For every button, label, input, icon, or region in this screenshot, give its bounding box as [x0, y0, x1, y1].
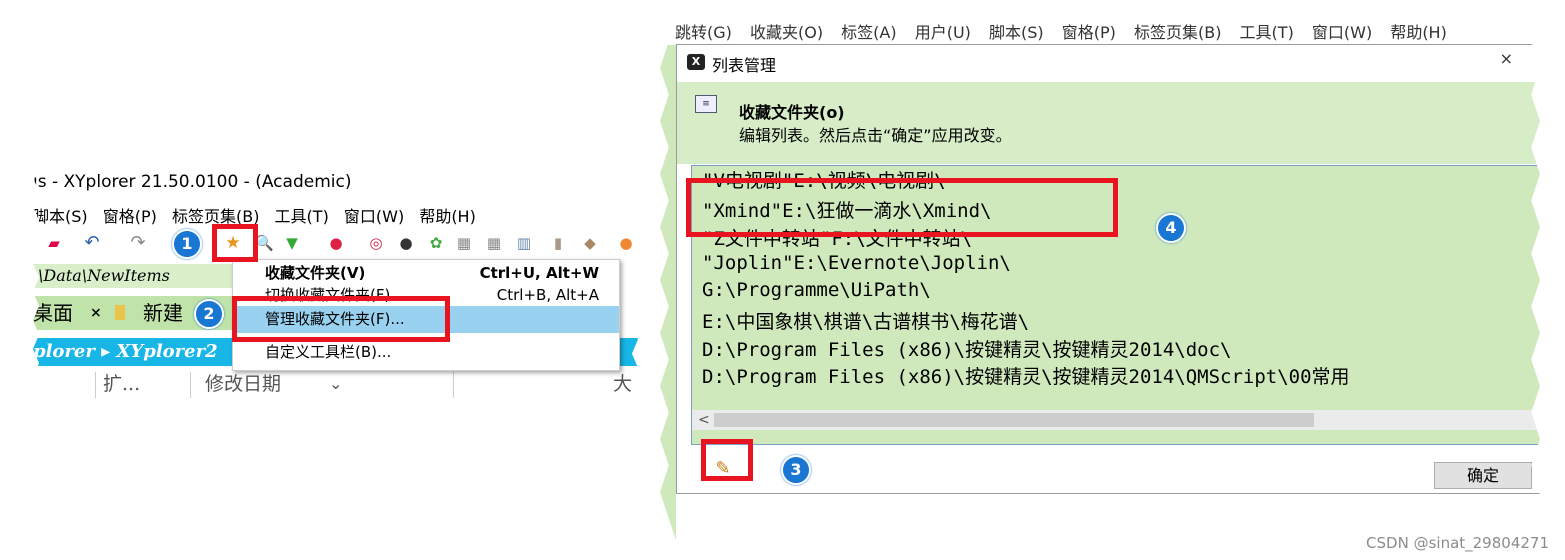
header-title: 收藏文件夹(o): [739, 103, 845, 122]
brush-icon[interactable]: ◆: [581, 234, 599, 252]
background-menubar: 跳转(G) 收藏夹(O) 标签(A) 用户(U) 脚本(S) 窗格(P) 标签页…: [675, 19, 1460, 43]
step-badge-3: 3: [781, 455, 811, 485]
divider: [190, 372, 191, 398]
toolbar: ▰ ↶ ↷ ★ 🔍 ▼ ● ◎ ● ✿ ▦ ▦ ▥ ▮ ◆ ●: [33, 228, 638, 258]
menu-user[interactable]: 用户(U): [915, 23, 971, 42]
col-ext[interactable]: 扩...: [103, 368, 140, 400]
tab-new[interactable]: 新建: [143, 296, 183, 330]
watermark: CSDN @sinat_29804271: [1366, 534, 1549, 552]
tab-desktop[interactable]: 桌面: [33, 296, 73, 330]
menu-window[interactable]: 窗口(W): [1312, 23, 1372, 42]
menu-goto[interactable]: 跳转(G): [675, 23, 732, 42]
column-header: 扩... 修改日期 ⌄ 大: [33, 368, 638, 400]
list-line[interactable]: D:\Program Files (x86)\按键精灵\按键精灵2014\doc…: [702, 335, 1232, 362]
columns-icon[interactable]: ▥: [515, 234, 533, 252]
menubar: 脚本(S) 窗格(P) 标签页集(B) 工具(T) 窗口(W) 帮助(H): [33, 203, 486, 227]
list-line[interactable]: "Joplin"E:\Evernote\Joplin\: [702, 252, 1011, 274]
menu-tags[interactable]: 标签(A): [841, 23, 896, 42]
sort-chevron-icon: ⌄: [329, 374, 343, 393]
list-line[interactable]: D:\Program Files (x86)\按键精灵\按键精灵2014\QMS…: [702, 362, 1350, 389]
tag-icon[interactable]: ▮: [549, 234, 567, 252]
target-icon[interactable]: ◎: [367, 234, 385, 252]
menu-favorites[interactable]: 收藏夹(O): [750, 23, 823, 42]
address-bar[interactable]: \Data\NewItems: [33, 264, 238, 288]
menu-help[interactable]: 帮助(H): [1390, 23, 1447, 42]
ok-button[interactable]: 确定: [1434, 462, 1532, 489]
menu-script[interactable]: 脚本(S): [33, 207, 88, 226]
menu-tools[interactable]: 工具(T): [275, 207, 329, 226]
menu-item-label: 自定义工具栏(B)...: [265, 343, 392, 361]
menu-pane[interactable]: 窗格(P): [103, 207, 157, 226]
col-size[interactable]: 大: [613, 368, 632, 400]
window-title: ıs - XYplorer 21.50.0100 - (Academic): [33, 172, 352, 192]
menu-item-customize-toolbar[interactable]: 自定义工具栏(B)...: [233, 339, 619, 366]
highlight-box-edit-button: [701, 439, 753, 481]
xyplorer-logo-icon: X: [687, 54, 705, 70]
dialog-title: 列表管理: [712, 56, 777, 75]
user-icon[interactable]: ●: [617, 234, 635, 252]
horizontal-scrollbar[interactable]: <: [692, 410, 1540, 430]
menu-tools[interactable]: 工具(T): [1240, 23, 1294, 42]
pane-icon[interactable]: ▦: [455, 234, 473, 252]
menu-tabsets[interactable]: 标签页集(B): [1134, 23, 1221, 42]
divider: [95, 372, 96, 398]
step-badge-4: 4: [1156, 213, 1186, 243]
menu-pane[interactable]: 窗格(P): [1062, 23, 1116, 42]
scroll-left-icon[interactable]: <: [698, 410, 710, 430]
highlight-box-favorites-button: [212, 224, 258, 262]
circle-icon[interactable]: ●: [397, 234, 415, 252]
menu-window[interactable]: 窗口(W): [344, 207, 404, 226]
highlight-box-manage-menu: [232, 296, 450, 342]
tree-icon[interactable]: ✿: [427, 234, 445, 252]
list-icon: ≡: [695, 95, 717, 113]
divider: [453, 372, 454, 398]
grid-icon[interactable]: ▦: [485, 234, 503, 252]
col-modified[interactable]: 修改日期: [205, 368, 281, 400]
redo-icon[interactable]: ↷: [129, 234, 147, 252]
highlight-box-xmind-line: [686, 178, 1118, 237]
list-manager-dialog: X 列表管理 × ≡ 收藏文件夹(o) 编辑列表。然后点击“确定”应用改变。 "…: [676, 44, 1540, 494]
scrollbar-thumb[interactable]: [714, 413, 1314, 427]
undo-icon[interactable]: ↶: [83, 234, 101, 252]
path-text: plorer ▸ XYplorer2: [33, 341, 218, 362]
filter-icon[interactable]: ▼: [283, 234, 301, 252]
color-icon[interactable]: ●: [327, 234, 345, 252]
step-badge-1: 1: [172, 229, 202, 259]
menu-script[interactable]: 脚本(S): [989, 23, 1044, 42]
menu-item-shortcut: Ctrl+B, Alt+A: [496, 286, 599, 304]
dialog-titlebar: X 列表管理 ×: [677, 45, 1540, 79]
list-line[interactable]: E:\中国象棋\棋谱\古谱棋书\梅花谱\: [702, 307, 1029, 334]
header-subtitle: 编辑列表。然后点击“确定”应用改变。: [739, 126, 1012, 145]
menu-help[interactable]: 帮助(H): [419, 207, 476, 226]
background-pane-strip: [660, 45, 676, 545]
tab-close-icon[interactable]: ×: [90, 296, 102, 330]
folder-icon: [115, 305, 125, 320]
step-badge-2: 2: [194, 299, 224, 329]
dialog-header: ≡ 收藏文件夹(o) 编辑列表。然后点击“确定”应用改变。: [677, 82, 1540, 164]
eraser-icon[interactable]: ▰: [45, 234, 63, 252]
close-icon[interactable]: ×: [1500, 49, 1513, 68]
list-line[interactable]: G:\Programme\UiPath\: [702, 279, 931, 301]
